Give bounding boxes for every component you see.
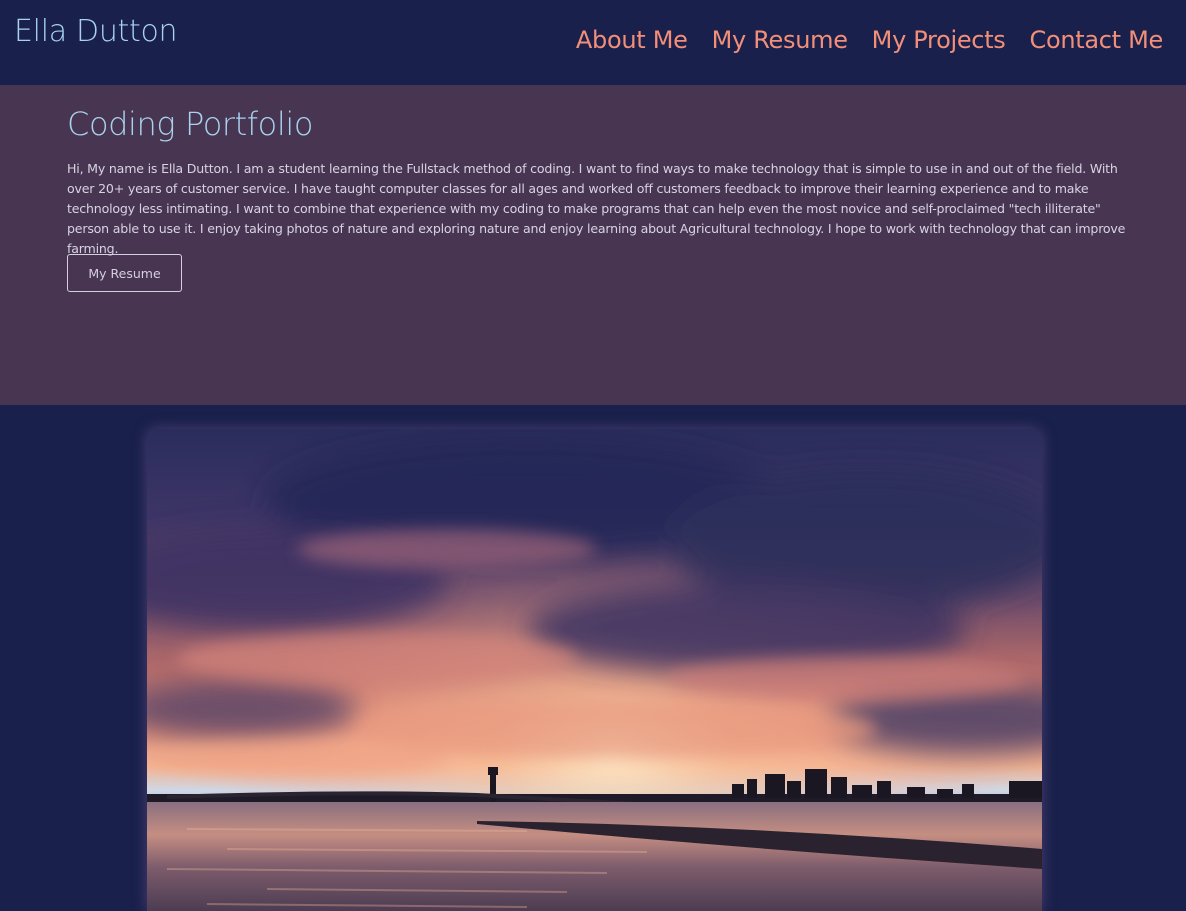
nav-link-about-me[interactable]: About Me <box>576 26 688 54</box>
sunset-photo <box>147 429 1042 911</box>
nav-link-my-resume[interactable]: My Resume <box>712 26 848 54</box>
navbar: Ella Dutton About Me My Resume My Projec… <box>0 0 1186 85</box>
sunset-image <box>147 429 1042 911</box>
my-resume-button[interactable]: My Resume <box>67 254 182 292</box>
nav-link-contact-me[interactable]: Contact Me <box>1030 26 1164 54</box>
page-title: Coding Portfolio <box>67 105 314 143</box>
intro-paragraph: Hi, My name is Ella Dutton. I am a stude… <box>67 161 1126 256</box>
nav-link-my-projects[interactable]: My Projects <box>872 26 1006 54</box>
nav-links: About Me My Resume My Projects Contact M… <box>576 26 1163 54</box>
brand-name[interactable]: Ella Dutton <box>14 14 178 49</box>
hero-section: Coding Portfolio Hi, My name is Ella Dut… <box>0 85 1186 405</box>
